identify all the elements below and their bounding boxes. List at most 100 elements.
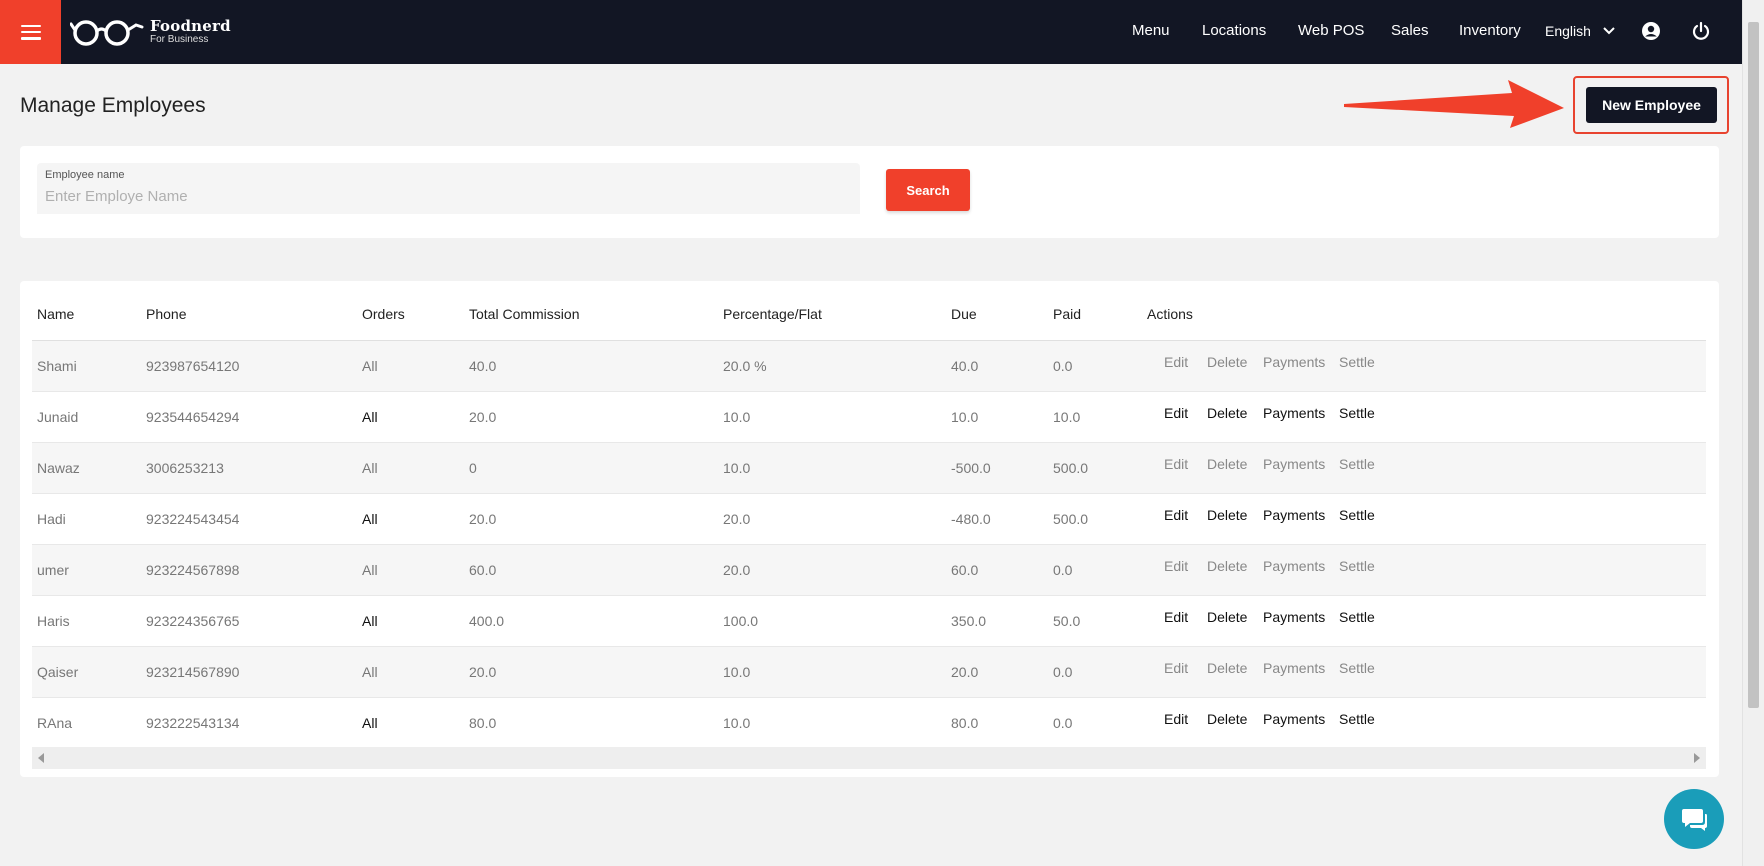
scrollbar-thumb[interactable] bbox=[1748, 22, 1759, 708]
page-scrollbar[interactable] bbox=[1742, 0, 1764, 866]
table-row: Nawaz 3006253213 All 0 10.0 -500.0 500.0 Edit De… bbox=[32, 442, 1706, 494]
payments-button[interactable]: Payments bbox=[1263, 609, 1325, 625]
column-header-paid[interactable]: Paid bbox=[1048, 289, 1142, 341]
delete-button[interactable]: Delete bbox=[1207, 507, 1247, 523]
chat-button[interactable] bbox=[1664, 789, 1724, 849]
payments-button[interactable]: Payments bbox=[1263, 558, 1325, 574]
payments-button[interactable]: Payments bbox=[1263, 507, 1325, 523]
employees-table-card: Name Phone Orders Total Commission Perce… bbox=[20, 281, 1719, 777]
edit-button[interactable]: Edit bbox=[1164, 405, 1188, 421]
payments-button[interactable]: Payments bbox=[1263, 660, 1325, 676]
glasses-logo-icon bbox=[70, 20, 144, 46]
cell-phone: 923214567890 bbox=[141, 646, 357, 698]
nav-sales[interactable]: Sales bbox=[1391, 22, 1429, 39]
cell-total-commission: 400.0 bbox=[464, 595, 718, 647]
cell-total-commission: 40.0 bbox=[464, 340, 718, 392]
employee-name-field[interactable]: Employee name bbox=[37, 163, 860, 214]
edit-button[interactable]: Edit bbox=[1164, 660, 1188, 676]
cell-percentage-flat: 10.0 bbox=[718, 646, 946, 698]
cell-paid: 50.0 bbox=[1048, 595, 1142, 647]
payments-button[interactable]: Payments bbox=[1263, 405, 1325, 421]
delete-button[interactable]: Delete bbox=[1207, 558, 1247, 574]
settle-button[interactable]: Settle bbox=[1339, 711, 1375, 727]
cell-paid: 0.0 bbox=[1048, 697, 1142, 749]
table-row: Hadi 923224543454 All 20.0 20.0 -480.0 500.0 Ed… bbox=[32, 493, 1706, 545]
language-select[interactable]: English bbox=[1545, 23, 1615, 39]
power-icon[interactable] bbox=[1691, 21, 1711, 41]
cell-orders: All bbox=[357, 442, 464, 494]
brand-tagline: For Business bbox=[150, 34, 209, 45]
search-button[interactable]: Search bbox=[886, 169, 970, 211]
nav-menu[interactable]: Menu bbox=[1132, 22, 1170, 39]
edit-button[interactable]: Edit bbox=[1164, 558, 1188, 574]
delete-button[interactable]: Delete bbox=[1207, 354, 1247, 370]
table-row: umer 923224567898 All 60.0 20.0 60.0 0.0 Edit De… bbox=[32, 544, 1706, 596]
cell-actions: Edit Delete Payments Settle bbox=[1142, 646, 1706, 698]
arrow-left-icon[interactable] bbox=[38, 753, 44, 763]
cell-actions: Edit Delete Payments Settle bbox=[1142, 340, 1706, 392]
settle-button[interactable]: Settle bbox=[1339, 609, 1375, 625]
settle-button[interactable]: Settle bbox=[1339, 456, 1375, 472]
cell-total-commission: 80.0 bbox=[464, 697, 718, 749]
cell-total-commission: 20.0 bbox=[464, 493, 718, 545]
cell-paid: 0.0 bbox=[1048, 646, 1142, 698]
cell-actions: Edit Delete Payments Settle bbox=[1142, 595, 1706, 647]
table-body: Shami 923987654120 All 40.0 20.0 % 40.0 0.0 Edi… bbox=[32, 340, 1706, 749]
employee-name-input[interactable] bbox=[45, 184, 825, 208]
settle-button[interactable]: Settle bbox=[1339, 660, 1375, 676]
delete-button[interactable]: Delete bbox=[1207, 456, 1247, 472]
column-header-phone[interactable]: Phone bbox=[141, 289, 357, 341]
cell-orders: All bbox=[357, 697, 464, 749]
chat-icon bbox=[1682, 809, 1707, 831]
payments-button[interactable]: Payments bbox=[1263, 711, 1325, 727]
menu-button[interactable] bbox=[0, 0, 61, 64]
edit-button[interactable]: Edit bbox=[1164, 354, 1188, 370]
cell-paid: 0.0 bbox=[1048, 544, 1142, 596]
table-row: Shami 923987654120 All 40.0 20.0 % 40.0 0.0 Edi… bbox=[32, 340, 1706, 392]
cell-due: 60.0 bbox=[946, 544, 1048, 596]
settle-button[interactable]: Settle bbox=[1339, 354, 1375, 370]
delete-button[interactable]: Delete bbox=[1207, 711, 1247, 727]
edit-button[interactable]: Edit bbox=[1164, 609, 1188, 625]
cell-due: 20.0 bbox=[946, 646, 1048, 698]
payments-button[interactable]: Payments bbox=[1263, 354, 1325, 370]
cell-percentage-flat: 100.0 bbox=[718, 595, 946, 647]
column-header-percentage-flat[interactable]: Percentage/Flat bbox=[718, 289, 946, 341]
cell-total-commission: 20.0 bbox=[464, 646, 718, 698]
arrow-right-icon[interactable] bbox=[1694, 753, 1700, 763]
delete-button[interactable]: Delete bbox=[1207, 660, 1247, 676]
column-header-total-commission[interactable]: Total Commission bbox=[464, 289, 718, 341]
edit-button[interactable]: Edit bbox=[1164, 711, 1188, 727]
brand-logo[interactable]: Foodnerd For Business bbox=[70, 16, 231, 48]
horizontal-scrollbar[interactable] bbox=[32, 747, 1706, 769]
page-title: Manage Employees bbox=[20, 94, 206, 117]
cell-name: RAna bbox=[32, 697, 141, 749]
column-header-orders[interactable]: Orders bbox=[357, 289, 464, 341]
cell-percentage-flat: 20.0 % bbox=[718, 340, 946, 392]
edit-button[interactable]: Edit bbox=[1164, 456, 1188, 472]
cell-due: 10.0 bbox=[946, 391, 1048, 443]
settle-button[interactable]: Settle bbox=[1339, 507, 1375, 523]
cell-orders: All bbox=[357, 646, 464, 698]
edit-button[interactable]: Edit bbox=[1164, 507, 1188, 523]
delete-button[interactable]: Delete bbox=[1207, 405, 1247, 421]
cell-name: Qaiser bbox=[32, 646, 141, 698]
nav-locations[interactable]: Locations bbox=[1202, 22, 1266, 39]
column-header-name[interactable]: Name bbox=[32, 289, 141, 341]
nav-inventory[interactable]: Inventory bbox=[1459, 22, 1521, 39]
menu-icon bbox=[20, 24, 41, 40]
new-employee-button[interactable]: New Employee bbox=[1586, 87, 1717, 123]
column-header-due[interactable]: Due bbox=[946, 289, 1048, 341]
cell-percentage-flat: 10.0 bbox=[718, 391, 946, 443]
account-icon[interactable] bbox=[1641, 21, 1661, 41]
cell-actions: Edit Delete Payments Settle bbox=[1142, 442, 1706, 494]
cell-due: 40.0 bbox=[946, 340, 1048, 392]
cell-name: Nawaz bbox=[32, 442, 141, 494]
brand-name: Foodnerd bbox=[150, 17, 231, 35]
nav-web-pos[interactable]: Web POS bbox=[1298, 22, 1364, 39]
settle-button[interactable]: Settle bbox=[1339, 405, 1375, 421]
top-bar: Foodnerd For Business Menu Locations Web… bbox=[0, 0, 1742, 64]
payments-button[interactable]: Payments bbox=[1263, 456, 1325, 472]
delete-button[interactable]: Delete bbox=[1207, 609, 1247, 625]
settle-button[interactable]: Settle bbox=[1339, 558, 1375, 574]
